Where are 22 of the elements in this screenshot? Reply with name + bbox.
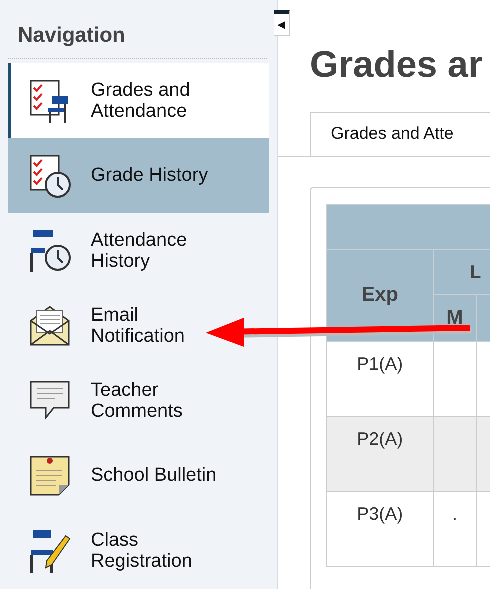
nav-label: Attendance History [91, 230, 188, 272]
page-title: Grades ar [310, 44, 484, 86]
nav-label: Grade History [91, 165, 210, 186]
collapse-button[interactable]: ◀ [274, 10, 290, 36]
nav-item[interactable]: Teacher Comments [8, 363, 269, 438]
nav-label: Class Registration [91, 530, 194, 572]
nav-item[interactable]: Grades and Attendance [8, 63, 269, 138]
table-cell: P2(A) [326, 416, 434, 492]
nav-item[interactable]: Attendance History [8, 213, 269, 288]
sidebar-heading: Navigation [8, 22, 267, 59]
nav-item[interactable]: Grade History [8, 138, 269, 213]
tab[interactable]: Grades and Atte [310, 112, 490, 156]
table-cell: P3(A) [326, 492, 434, 566]
nav-label: School Bulletin [91, 465, 218, 486]
nav-item[interactable]: Class Registration [8, 513, 269, 588]
nav-item[interactable]: Email Notification [8, 288, 269, 363]
nav-label: Grades and Attendance [91, 80, 192, 122]
nav-label: Teacher Comments [91, 380, 184, 422]
nav-label: Email Notification [91, 304, 186, 346]
table-cell: . [434, 492, 476, 566]
nav-item[interactable]: School Bulletin [8, 438, 269, 513]
column-header: L [434, 250, 490, 294]
